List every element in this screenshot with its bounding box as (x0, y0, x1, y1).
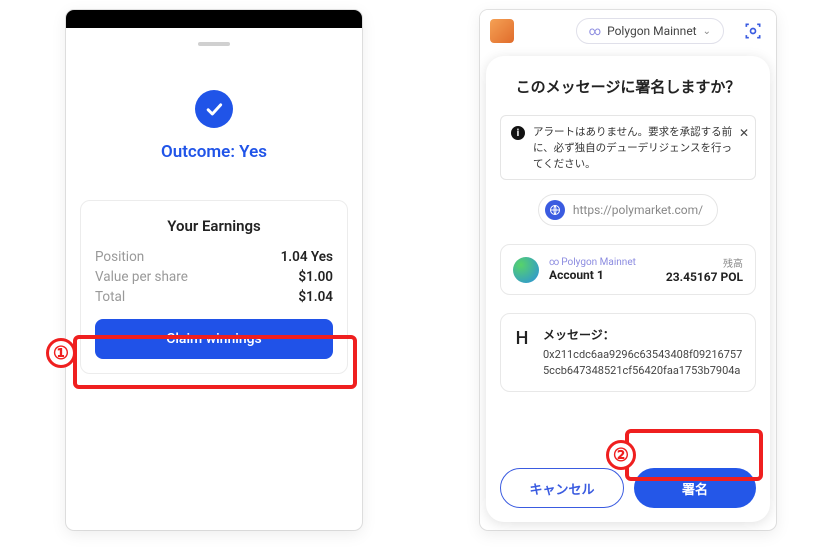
annotation-badge-2: ② (606, 440, 636, 470)
origin-url: https://polymarket.com/ (573, 203, 703, 217)
cancel-button[interactable]: キャンセル (500, 468, 624, 508)
chevron-down-icon: ⌄ (703, 26, 711, 37)
link-icon: ∞ (589, 24, 601, 38)
message-card: H メッセージ： 0x211cdc6aa9296c63543408f092167… (500, 313, 756, 392)
claim-winnings-button[interactable]: Claim winnings (95, 319, 333, 359)
balance-label: 残高 (666, 255, 743, 270)
globe-icon (545, 200, 565, 220)
annotation-badge-1: ① (46, 338, 76, 368)
outcome-text: Outcome: Yes (66, 142, 362, 162)
earnings-label: Value per share (95, 269, 188, 285)
earnings-row: Value per share $1.00 (95, 267, 333, 287)
wallet-topbar: ∞ Polygon Mainnet ⌄ (480, 10, 776, 52)
account-avatar-icon (513, 257, 539, 283)
alert-banner: i アラートはありません。要求を承認する前に、必ず独自のデューデリジェンスを行っ… (500, 115, 756, 180)
message-label: メッセージ： (543, 326, 743, 343)
earnings-value: $1.04 (298, 289, 333, 305)
earnings-value: $1.00 (298, 269, 333, 285)
modal-title: このメッセージに署名しますか？ (500, 76, 756, 97)
account-card: ∞Polygon Mainnet Account 1 残高 23.45167 P… (500, 244, 756, 295)
status-bar (66, 10, 362, 28)
earnings-row: Position 1.04 Yes (95, 247, 333, 267)
earnings-value: 1.04 Yes (281, 249, 333, 265)
close-icon[interactable]: ✕ (739, 124, 749, 142)
hex-indicator-icon: H (513, 328, 531, 379)
sign-button[interactable]: 署名 (634, 468, 756, 508)
network-name: Polygon Mainnet (607, 24, 697, 38)
metamask-fox-icon (490, 19, 514, 43)
balance-value: 23.45167 POL (666, 270, 743, 284)
account-network-link: ∞Polygon Mainnet (549, 257, 636, 268)
alert-text: アラートはありません。要求を承認する前に、必ず独自のデューデリジェンスを行ってく… (533, 124, 733, 171)
message-hex: 0x211cdc6aa9296c63543408f092167575ccb647… (543, 347, 743, 379)
network-selector[interactable]: ∞ Polygon Mainnet ⌄ (576, 18, 724, 44)
info-icon: i (511, 126, 525, 140)
phone-claim-winnings: Outcome: Yes Your Earnings Position 1.04… (66, 10, 362, 530)
check-icon (195, 90, 233, 128)
earnings-title: Your Earnings (95, 217, 333, 235)
account-name: Account 1 (549, 268, 636, 282)
sheet-grip[interactable] (198, 42, 230, 46)
earnings-label: Position (95, 249, 144, 265)
earnings-row: Total $1.04 (95, 287, 333, 307)
request-origin[interactable]: https://polymarket.com/ (538, 194, 718, 226)
scan-icon[interactable] (740, 18, 766, 44)
modal-actions: キャンセル 署名 (500, 468, 756, 508)
earnings-label: Total (95, 289, 125, 305)
earnings-card: Your Earnings Position 1.04 Yes Value pe… (80, 200, 348, 374)
